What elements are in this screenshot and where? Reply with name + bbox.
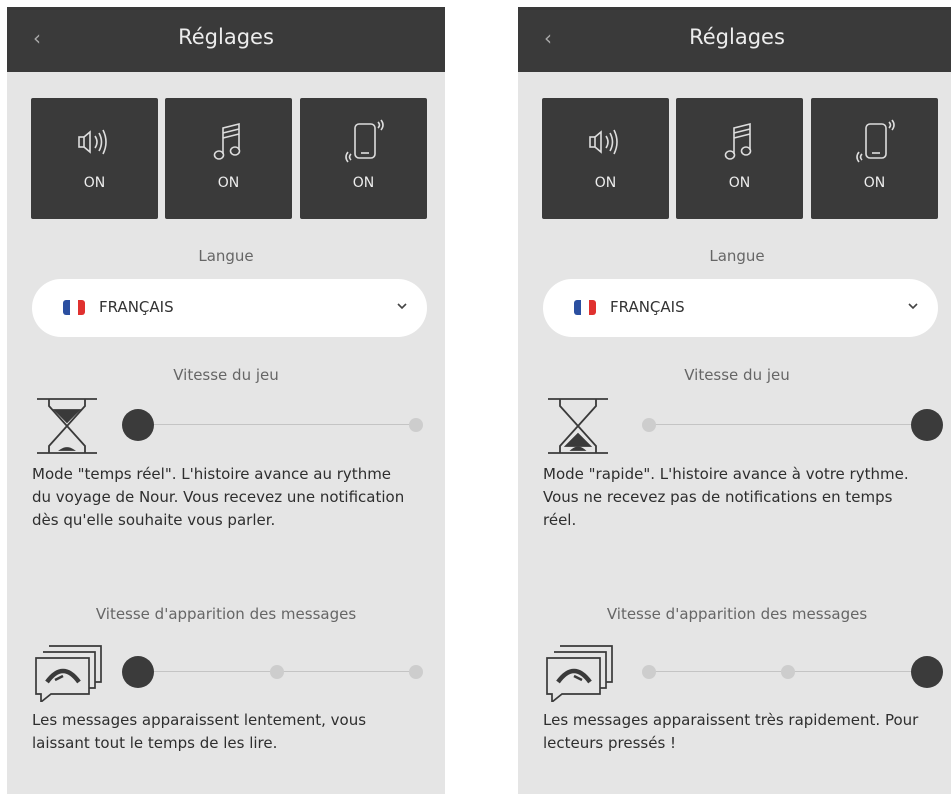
toggle-state-label: ON	[863, 175, 886, 191]
slider-step-dot[interactable]	[409, 418, 423, 432]
header-bar: ‹ Réglages	[518, 7, 951, 72]
language-select[interactable]: FRANÇAIS	[543, 279, 938, 337]
toggle-state-label: ON	[594, 175, 617, 191]
phone-vibrate-icon	[811, 119, 938, 164]
slider-knob-selected[interactable]	[911, 409, 943, 441]
game-speed-description: Mode "temps réel". L'histoire avance au …	[32, 465, 405, 529]
game-speed-slider[interactable]	[642, 405, 943, 445]
language-section-label: Langue	[709, 247, 765, 265]
music-toggle[interactable]: ON	[165, 98, 292, 219]
message-speed-section-label: Vitesse d'apparition des messages	[95, 605, 357, 623]
slider-step-dot[interactable]	[270, 665, 284, 679]
message-speed-slider[interactable]	[642, 652, 943, 692]
french-flag-icon	[63, 300, 85, 315]
slider-step-dot[interactable]	[409, 665, 423, 679]
slider-step-dot[interactable]	[642, 665, 656, 679]
message-speed-description: Les messages apparaissent très rapidemen…	[543, 711, 919, 752]
chevron-down-icon	[906, 298, 920, 317]
hourglass-icon	[546, 396, 610, 460]
vibration-toggle[interactable]: ON	[300, 98, 427, 219]
music-note-icon	[165, 120, 292, 164]
game-speed-description: Mode "rapide". L'histoire avance à votre…	[543, 465, 909, 529]
game-speed-section-label: Vitesse du jeu	[173, 366, 279, 384]
sound-toggle[interactable]: ON	[31, 98, 158, 219]
speaker-icon	[31, 120, 158, 164]
message-speed-description: Les messages apparaissent lentement, vou…	[32, 711, 367, 752]
page-title: Réglages	[689, 25, 785, 49]
hourglass-icon	[35, 396, 99, 460]
language-value: FRANÇAIS	[610, 298, 685, 316]
message-speed-section-label: Vitesse d'apparition des messages	[606, 605, 868, 623]
music-toggle[interactable]: ON	[676, 98, 803, 219]
language-value: FRANÇAIS	[99, 298, 174, 316]
game-speed-section-label: Vitesse du jeu	[684, 366, 790, 384]
slider-step-dot[interactable]	[642, 418, 656, 432]
toggle-state-label: ON	[83, 175, 106, 191]
toggle-state-label: ON	[217, 175, 240, 191]
slider-step-dot[interactable]	[781, 665, 795, 679]
chevron-down-icon	[395, 298, 409, 317]
slider-knob-selected[interactable]	[911, 656, 943, 688]
game-speed-slider[interactable]	[122, 405, 423, 445]
slider-track	[138, 424, 416, 425]
sound-toggle[interactable]: ON	[542, 98, 669, 219]
phone-vibrate-icon	[300, 119, 427, 164]
speaker-icon	[542, 120, 669, 164]
music-note-icon	[676, 120, 803, 164]
slider-knob-selected[interactable]	[122, 656, 154, 688]
vibration-toggle[interactable]: ON	[811, 98, 938, 219]
settings-screen-fast: ‹ Réglages ON ON ON Langue FRANÇAIS Vite…	[518, 7, 951, 794]
page-title: Réglages	[178, 25, 274, 49]
language-select[interactable]: FRANÇAIS	[32, 279, 427, 337]
french-flag-icon	[574, 300, 596, 315]
toggle-state-label: ON	[352, 175, 375, 191]
settings-screen-realtime: ‹ Réglages ON ON ON Langue FRANÇAIS Vite…	[7, 7, 445, 794]
slider-track	[649, 424, 927, 425]
slider-knob-selected[interactable]	[122, 409, 154, 441]
message-speed-gauge-icon	[33, 642, 105, 706]
message-speed-gauge-icon	[544, 642, 616, 706]
message-speed-slider[interactable]	[122, 652, 423, 692]
toggle-state-label: ON	[728, 175, 751, 191]
language-section-label: Langue	[198, 247, 254, 265]
header-bar: ‹ Réglages	[7, 7, 445, 72]
